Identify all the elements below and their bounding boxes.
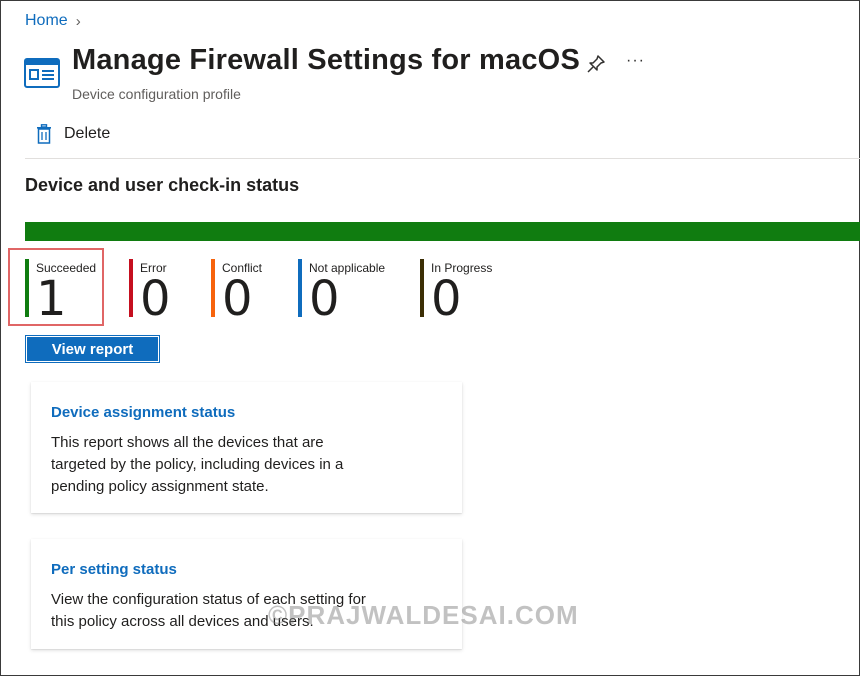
stat-value: 0 <box>222 271 253 327</box>
device-configuration-profile-icon <box>24 58 60 88</box>
card-device-assignment-status: Device assignment status This report sho… <box>31 382 462 513</box>
check-in-status-bar <box>25 222 860 241</box>
card-title-link[interactable]: Device assignment status <box>51 404 235 421</box>
card-per-setting-status: Per setting status View the configuratio… <box>31 539 462 649</box>
delete-label: Delete <box>64 125 111 142</box>
stat-in-progress[interactable]: In Progress 0 <box>420 259 510 327</box>
card-description: This report shows all the devices that a… <box>51 434 344 495</box>
view-report-button[interactable]: View report <box>25 335 160 363</box>
watermark: ©PRAJWALDESAI.COM <box>268 600 579 630</box>
trash-icon <box>37 124 51 144</box>
breadcrumb-home-link[interactable]: Home <box>25 12 68 30</box>
stat-error[interactable]: Error 0 <box>129 259 189 327</box>
stat-conflict[interactable]: Conflict 0 <box>211 259 281 327</box>
breadcrumb: Home › <box>25 12 81 30</box>
stat-value: 0 <box>431 271 462 327</box>
stat-color-bar <box>211 259 215 317</box>
page-subtitle: Device configuration profile <box>72 86 241 102</box>
delete-button[interactable]: Delete <box>36 124 110 144</box>
stat-value: 0 <box>309 271 340 327</box>
pin-icon[interactable] <box>586 54 606 74</box>
stat-color-bar <box>129 259 133 317</box>
stat-color-bar <box>298 259 302 317</box>
toolbar-divider <box>25 158 860 159</box>
section-title: Device and user check-in status <box>25 175 300 195</box>
stat-not-applicable[interactable]: Not applicable 0 <box>298 259 398 327</box>
chevron-right-icon: › <box>75 12 81 30</box>
succeeded-highlight-box <box>8 248 104 326</box>
card-title-link[interactable]: Per setting status <box>51 561 177 578</box>
page-title: Manage Firewall Settings for macOS <box>72 44 580 76</box>
more-options-icon[interactable]: ··· <box>626 52 645 70</box>
stat-value: 0 <box>140 271 171 327</box>
stat-color-bar <box>420 259 424 317</box>
